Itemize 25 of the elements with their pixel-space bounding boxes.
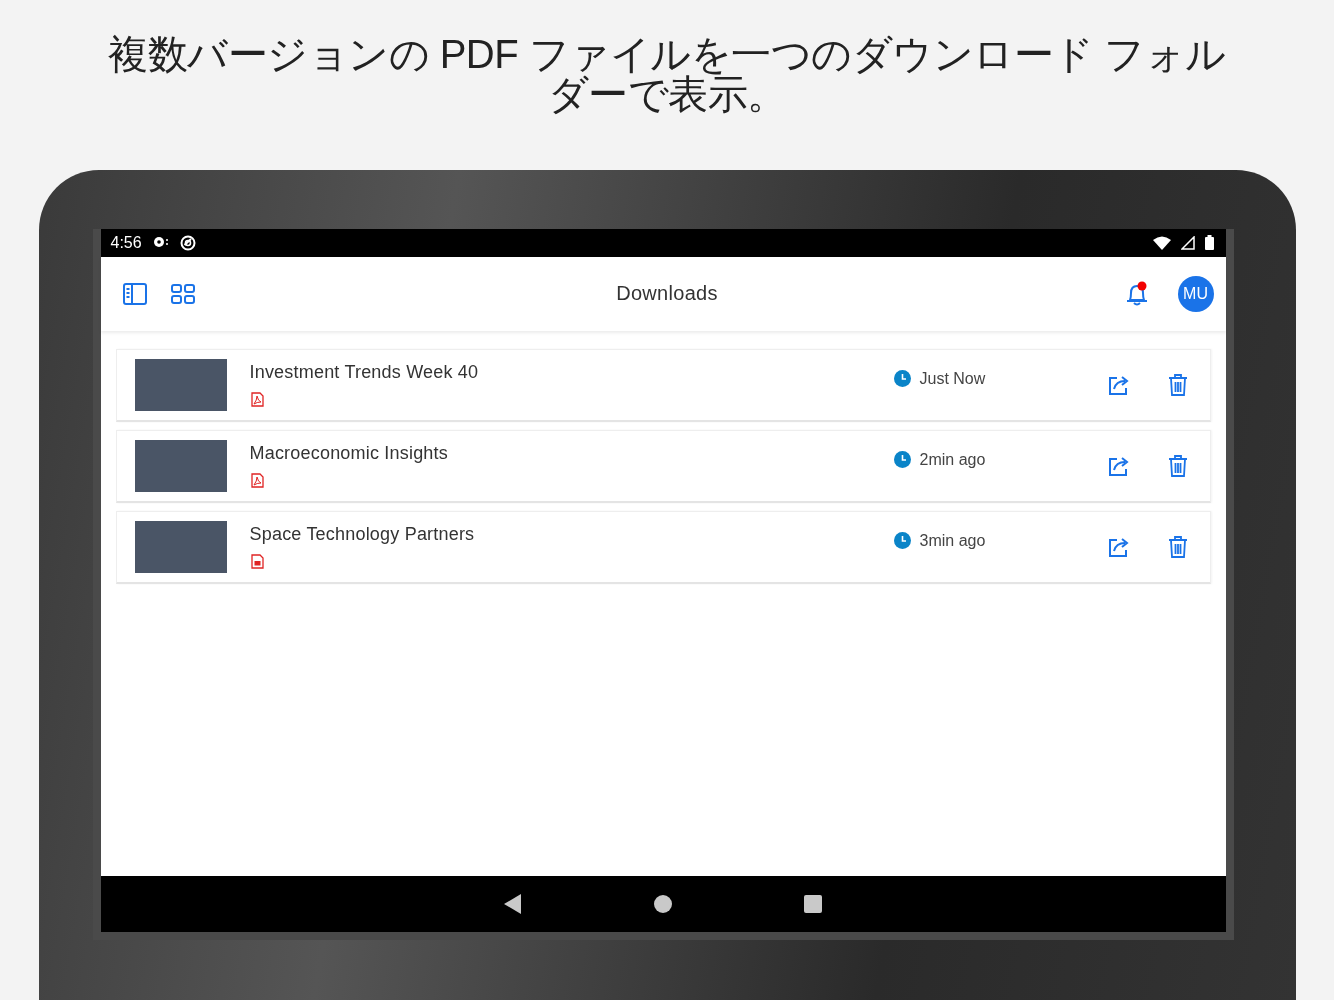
battery-icon [1204,235,1214,251]
back-icon[interactable] [504,893,522,914]
clock-icon [893,370,911,388]
download-card[interactable]: Investment Trends Week 40 Just Now [115,348,1211,422]
download-time: 3min ago [919,531,986,550]
status-time: 4:56 [110,233,142,252]
home-icon[interactable] [654,894,672,913]
avatar-button[interactable]: MU [1177,275,1214,312]
document-title: Investment Trends Week 40 [249,361,479,383]
page-title: Downloads [615,282,719,306]
clock-icon [893,532,911,550]
recents-icon[interactable] [804,894,822,913]
pdf-file-icon [250,472,264,488]
download-card[interactable]: Macroeconomic Insights 2min ago [115,429,1211,503]
clock-icon [893,451,911,469]
download-card[interactable]: Space Technology Partners 3min ago [115,510,1211,584]
signal-icon [1180,235,1195,250]
download-time: 2min ago [919,450,986,469]
document-file-icon [250,553,264,569]
pdf-file-icon [250,391,264,407]
caption-text: 複数バージョンの PDF ファイルを一つのダウンロード フォルダーで表示。 [107,34,1227,118]
document-title: Space Technology Partners [249,523,475,545]
download-time: Just Now [919,369,986,388]
wifi-icon [1152,235,1171,250]
document-title: Macroeconomic Insights [249,442,448,464]
